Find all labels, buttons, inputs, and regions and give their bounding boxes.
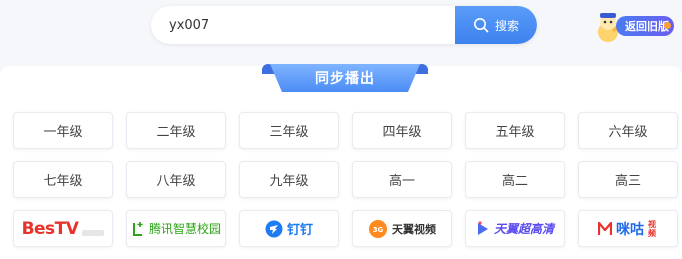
- search-icon: [473, 18, 489, 33]
- old-version-pill: 返回旧版: [616, 16, 674, 36]
- migu-icon: [598, 221, 612, 235]
- tianyi-video-label: 天翼视频: [392, 222, 436, 236]
- migu-sub-label: 视频: [648, 219, 656, 238]
- grade-button-9[interactable]: 九年级: [239, 161, 339, 198]
- tianyi-hd-label: 天翼超高清: [493, 222, 554, 236]
- grade-button-3[interactable]: 三年级: [239, 112, 339, 149]
- section-title-label: 同步播出: [270, 64, 420, 92]
- search-box: 搜索: [151, 6, 537, 44]
- search-input[interactable]: [169, 6, 449, 44]
- grade-button-7[interactable]: 七年级: [13, 161, 113, 198]
- search-button[interactable]: 搜索: [455, 6, 537, 44]
- grade-button-4[interactable]: 四年级: [352, 112, 452, 149]
- tencent-campus-icon: [132, 221, 143, 236]
- notification-dot: [664, 22, 671, 29]
- svg-text:3G: 3G: [373, 226, 384, 234]
- section-title: 同步播出: [262, 60, 428, 94]
- channel-tianyi-video[interactable]: 3G 天翼视频: [352, 210, 452, 247]
- tianyi-video-icon: 3G: [369, 219, 387, 238]
- dingtalk-label: 钉钉: [286, 223, 313, 238]
- channel-bestv[interactable]: BesTV: [13, 210, 113, 247]
- old-version-link[interactable]: 返回旧版: [588, 8, 678, 44]
- channel-migu[interactable]: 咪咕 视频: [578, 210, 678, 247]
- bestv-logo-tail: [82, 229, 105, 236]
- grade-button-6[interactable]: 六年级: [578, 112, 678, 149]
- dingtalk-icon: [265, 220, 283, 237]
- tianyi-hd-play-icon: [477, 220, 488, 235]
- channel-dingtalk[interactable]: 钉钉: [239, 210, 339, 247]
- grade-button-2[interactable]: 二年级: [126, 112, 226, 149]
- old-version-label: 返回旧版: [625, 20, 669, 33]
- grade-button-1[interactable]: 一年级: [13, 112, 113, 149]
- search-button-label: 搜索: [494, 18, 519, 33]
- bestv-logo: BesTV: [21, 218, 79, 239]
- channel-tencent-campus[interactable]: 腾讯智慧校园: [126, 210, 226, 247]
- tencent-campus-label: 腾讯智慧校园: [148, 222, 221, 236]
- grade-button-5[interactable]: 五年级: [465, 112, 565, 149]
- migu-label: 咪咕: [616, 221, 644, 238]
- grade-button-senior-3[interactable]: 高三: [578, 161, 678, 198]
- top-bar: 搜索 返回旧版: [0, 0, 682, 64]
- grade-button-senior-2[interactable]: 高二: [465, 161, 565, 198]
- grade-button-8[interactable]: 八年级: [126, 161, 226, 198]
- channel-tianyi-hd[interactable]: 天翼超高清: [465, 210, 565, 247]
- grade-button-senior-1[interactable]: 高一: [352, 161, 452, 198]
